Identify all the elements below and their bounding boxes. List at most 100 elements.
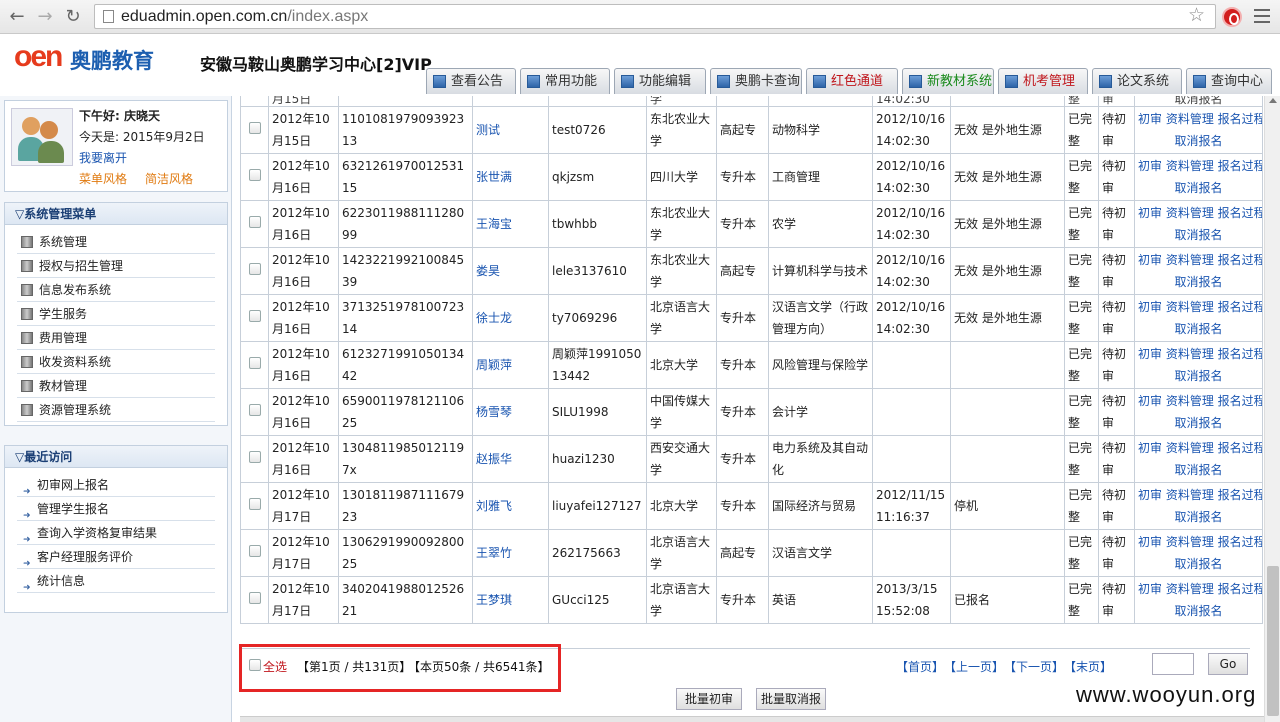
cell-c2: 待初审 [1098, 576, 1135, 624]
system-menu-item[interactable]: 系统管理 [17, 230, 215, 254]
cell-school: 北京大学 [646, 341, 717, 389]
first-page-link[interactable]: 【首页】 [896, 658, 944, 675]
cancel-registration-link[interactable]: 取消报名 [1138, 506, 1259, 528]
cancel-registration-link[interactable]: 取消报名 [1138, 412, 1259, 434]
page-number-input[interactable] [1152, 653, 1194, 675]
row-checkbox[interactable] [248, 545, 261, 557]
recent-item[interactable]: ➜ 查询入学资格复审结果 [17, 521, 215, 545]
cell-level: 专升本 [716, 576, 769, 624]
cell-status: 停机 [950, 482, 1065, 530]
row-checkbox[interactable] [248, 592, 261, 604]
recent-item[interactable]: ➜ 客户经理服务评价 [17, 545, 215, 569]
vertical-scrollbar[interactable] [1264, 96, 1280, 722]
row-checkbox[interactable] [248, 310, 261, 322]
back-icon[interactable]: ← [6, 6, 28, 28]
horizontal-scrollbar[interactable] [240, 716, 1264, 722]
cancel-registration-link[interactable]: 取消报名 [1138, 224, 1259, 246]
tab-3[interactable]: 奥鹏卡查询 [710, 68, 802, 94]
scroll-thumb[interactable] [1267, 566, 1279, 716]
row-action-links[interactable]: 初审 资料管理 报名过程 [1138, 108, 1262, 130]
bookmark-star-icon[interactable]: ☆ [1188, 4, 1205, 26]
tab-8[interactable]: 查询中心 [1186, 68, 1272, 94]
row-action-links[interactable]: 初审 资料管理 报名过程 [1138, 343, 1262, 365]
cell-id: 340204198801252621 [338, 576, 473, 624]
recent-item[interactable]: ➜ 统计信息 [17, 569, 215, 593]
system-menu-item[interactable]: 教材管理 [17, 374, 215, 398]
table-cell [240, 96, 269, 107]
tab-icon [621, 75, 634, 88]
tab-6[interactable]: 机考管理 [998, 68, 1088, 94]
next-page-link[interactable]: 【下一页】 [1004, 658, 1064, 675]
cell-id: 371325197810072314 [338, 294, 473, 342]
row-actions: 初审 资料管理 报名过程 取消报名 [1134, 529, 1263, 577]
row-action-links[interactable]: 初审 资料管理 报名过程 [1138, 531, 1262, 553]
tab-4[interactable]: 红色通道 [806, 68, 898, 94]
system-menu-item[interactable]: 学生服务 [17, 302, 215, 326]
leave-link[interactable]: 我要离开 [79, 149, 127, 166]
tab-1[interactable]: 常用功能 [520, 68, 610, 94]
batch-cancel-button[interactable]: 批量取消报 [756, 688, 826, 710]
prev-page-link[interactable]: 【上一页】 [944, 658, 1004, 675]
reload-icon[interactable]: ↻ [62, 6, 84, 28]
cancel-registration-link[interactable]: 取消报名 [1138, 177, 1259, 199]
address-bar[interactable]: eduadmin.open.com.cn/index.aspx [94, 4, 1216, 29]
row-checkbox[interactable] [248, 122, 261, 134]
cancel-registration-link[interactable]: 取消报名 [1138, 600, 1259, 622]
extension-icon[interactable] [1222, 7, 1242, 27]
row-actions: 初审 资料管理 报名过程 取消报名 [1134, 153, 1263, 201]
row-action-links[interactable]: 初审 资料管理 报名过程 [1138, 484, 1262, 506]
forward-icon[interactable]: → [34, 6, 56, 28]
row-action-links[interactable]: 初审 资料管理 报名过程 [1138, 249, 1262, 271]
cell-major: 农学 [768, 200, 873, 248]
arrow-icon: ➜ [23, 583, 31, 593]
row-action-links[interactable]: 初审 资料管理 报名过程 [1138, 155, 1262, 177]
cancel-registration-link[interactable]: 取消报名 [1138, 318, 1259, 340]
row-checkbox[interactable] [248, 216, 261, 228]
cancel-registration-link[interactable]: 取消报名 [1138, 130, 1259, 152]
system-menu-item[interactable]: 费用管理 [17, 326, 215, 350]
row-checkbox[interactable] [248, 498, 261, 510]
recent-item[interactable]: ➜ 管理学生报名 [17, 497, 215, 521]
system-menu-item[interactable]: 收发资料系统 [17, 350, 215, 374]
row-action-links[interactable]: 初审 资料管理 报名过程 [1138, 202, 1262, 224]
last-page-link[interactable]: 【末页】 [1064, 658, 1112, 675]
tab-7[interactable]: 论文系统 [1092, 68, 1182, 94]
cancel-registration-link[interactable]: 取消报名 [1138, 365, 1259, 387]
tab-2[interactable]: 功能编辑 [614, 68, 706, 94]
menu-style-link[interactable]: 菜单风格 [79, 170, 127, 187]
row-checkbox[interactable] [248, 263, 261, 275]
scroll-up-icon[interactable] [1269, 98, 1277, 103]
go-button[interactable]: Go [1208, 653, 1248, 675]
row-checkbox-cell [240, 529, 269, 577]
table-cell [472, 96, 549, 107]
folder-icon [21, 236, 33, 248]
system-menu-item[interactable]: 授权与招生管理 [17, 254, 215, 278]
row-action-links[interactable]: 初审 资料管理 报名过程 [1138, 578, 1262, 600]
table-row: 2012年10月16日 632126197001253115 张世满 qkjzsm 四川… [240, 153, 1263, 201]
system-menu-item[interactable]: 信息发布系统 [17, 278, 215, 302]
system-menu-item[interactable]: 资源管理系统 [17, 398, 215, 422]
row-checkbox[interactable] [248, 357, 261, 369]
row-action-links[interactable]: 初审 资料管理 报名过程 [1138, 296, 1262, 318]
tab-5[interactable]: 新教材系统 [902, 68, 994, 94]
cancel-registration-link[interactable]: 取消报名 [1138, 459, 1259, 481]
row-checkbox[interactable] [248, 404, 261, 416]
recent-title[interactable]: ▽最近访问 [5, 446, 227, 468]
row-action-links[interactable]: 初审 资料管理 报名过程 [1138, 437, 1262, 459]
row-checkbox[interactable] [248, 451, 261, 463]
tab-0[interactable]: 查看公告 [426, 68, 516, 94]
row-checkbox-cell [240, 294, 269, 342]
batch-approve-button[interactable]: 批量初审 [676, 688, 742, 710]
browser-menu-icon[interactable] [1254, 9, 1270, 23]
cell-name: 王海宝 [472, 200, 549, 248]
cancel-registration-link[interactable]: 取消报名 [1138, 553, 1259, 575]
system-menu-title[interactable]: ▽系统管理菜单 [5, 203, 227, 225]
registration-table: 月15日学 14:02:30 整审取消报名 2012年10月15日 1101081979… [240, 96, 1263, 624]
simple-style-link[interactable]: 简洁风格 [145, 170, 193, 187]
cell-account: test0726 [548, 106, 647, 154]
cell-c2: 待初审 [1098, 294, 1135, 342]
row-action-links[interactable]: 初审 资料管理 报名过程 [1138, 390, 1262, 412]
recent-item[interactable]: ➜ 初审网上报名 [17, 473, 215, 497]
row-checkbox[interactable] [248, 169, 261, 181]
cancel-registration-link[interactable]: 取消报名 [1138, 271, 1259, 293]
